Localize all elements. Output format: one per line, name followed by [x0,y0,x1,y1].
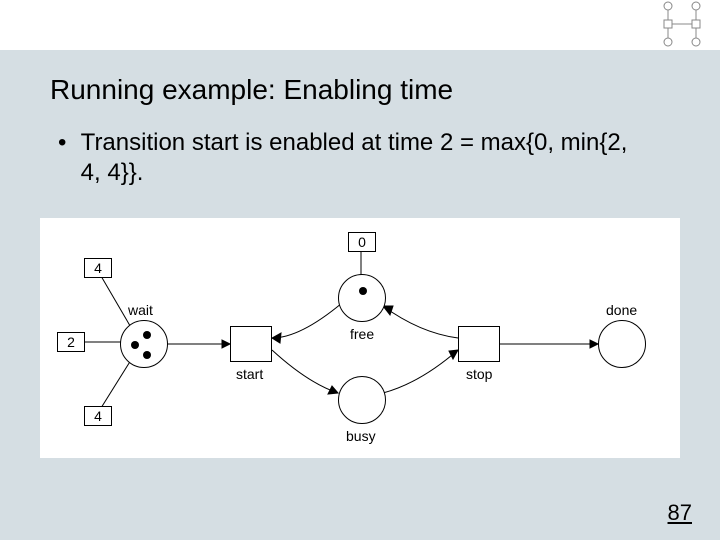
timestamp-wait-bottom: 4 [84,406,112,426]
timestamp-free: 0 [348,232,376,252]
page-number: 87 [668,500,692,526]
token [143,351,151,359]
token [359,287,367,295]
decorative-diagram-icon [654,0,710,52]
label-wait: wait [128,302,153,318]
bullet-item: • Transition start is enabled at time 2 … [58,128,658,188]
place-done [598,320,646,368]
header-band [0,0,720,50]
place-busy [338,376,386,424]
label-free: free [350,326,374,342]
token [131,341,139,349]
transition-stop [458,326,500,362]
bullet-text: Transition start is enabled at time 2 = … [81,128,641,188]
transition-start [230,326,272,362]
place-wait [120,320,168,368]
timestamp-wait-top: 4 [84,258,112,278]
token [143,331,151,339]
label-busy: busy [346,428,376,444]
label-stop: stop [466,366,492,382]
place-free [338,274,386,322]
petri-net-diagram: 4 2 4 0 wait start free busy stop done [40,218,680,458]
bullet-marker: • [58,128,74,158]
label-start: start [236,366,263,382]
timestamp-wait-left: 2 [57,332,85,352]
label-done: done [606,302,637,318]
slide-title: Running example: Enabling time [50,74,453,106]
